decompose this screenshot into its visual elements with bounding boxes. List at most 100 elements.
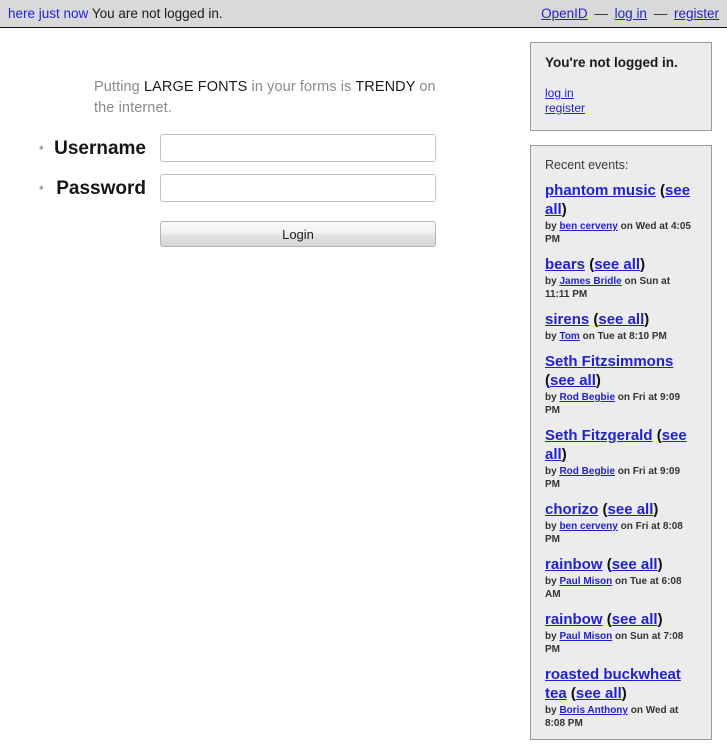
nav-separator-1: — — [594, 6, 608, 21]
event-author-link[interactable]: Paul Mison — [559, 576, 612, 587]
close-paren: ) — [653, 501, 659, 518]
event-title-line: rainbow (see all) — [545, 555, 697, 574]
recent-events-list: phantom music (see all) by ben cerveny on… — [545, 181, 697, 730]
event-title-link[interactable]: rainbow — [545, 611, 603, 628]
see-all-link[interactable]: see all — [598, 311, 644, 328]
close-paren: ) — [561, 201, 567, 218]
log-in-link[interactable]: log in — [615, 6, 647, 21]
password-input[interactable] — [160, 174, 436, 202]
password-field-row: * Password — [0, 174, 520, 214]
event-meta: by Paul Mison on Tue at 6:08 AM — [545, 575, 697, 601]
event-by-word: by — [545, 331, 560, 342]
close-paren: ) — [644, 311, 650, 328]
event-by-word: by — [545, 521, 560, 532]
event-item: rainbow (see all) by Paul Mison on Sun at… — [545, 610, 697, 656]
event-title-line: roasted buckwheat tea (see all) — [545, 665, 697, 703]
event-author-link[interactable]: Boris Anthony — [559, 705, 628, 716]
intro-emphasis-large-fonts: LARGE FONTS — [143, 78, 248, 95]
event-author-link[interactable]: ben cerveny — [559, 521, 617, 532]
event-title-link[interactable]: Seth Fitzgerald — [545, 427, 653, 444]
event-author-link[interactable]: Paul Mison — [559, 631, 612, 642]
submit-row: Login — [0, 221, 520, 255]
event-author-link[interactable]: Rod Begbie — [559, 466, 615, 477]
event-timestamp: on Tue at 8:10 PM — [579, 331, 667, 342]
event-meta: by Boris Anthony on Wed at 8:08 PM — [545, 704, 697, 730]
login-button[interactable]: Login — [160, 221, 436, 247]
see-all-link[interactable]: see all — [594, 256, 640, 273]
event-title-line: sirens (see all) — [545, 310, 697, 329]
username-field-row: * Username — [0, 134, 520, 174]
event-meta: by James Bridle on Sun at 11:11 PM — [545, 275, 697, 301]
event-title-line: Seth Fitzsimmons (see all) — [545, 352, 697, 390]
event-title-line: bears (see all) — [545, 255, 697, 274]
event-by-word: by — [545, 466, 560, 477]
event-title-link[interactable]: chorizo — [545, 501, 598, 518]
openid-link[interactable]: OpenID — [541, 6, 588, 21]
sidebar: You're not logged in. log in register Re… — [530, 42, 712, 754]
intro-text-part2: in your forms is — [247, 78, 356, 95]
register-link[interactable]: register — [674, 6, 719, 21]
see-all-link[interactable]: see all — [576, 685, 622, 702]
event-item: phantom music (see all) by ben cerveny on… — [545, 181, 697, 246]
close-paren: ) — [595, 372, 601, 389]
event-by-word: by — [545, 631, 560, 642]
login-form: * Username * Password Login — [0, 134, 520, 255]
event-meta: by Rod Begbie on Fri at 9:09 PM — [545, 465, 697, 491]
intro-paragraph: Putting LARGE FONTS in your forms is TRE… — [94, 77, 439, 119]
see-all-link[interactable]: see all — [608, 501, 654, 518]
event-meta: by Rod Begbie on Fri at 9:09 PM — [545, 391, 697, 417]
event-item: chorizo (see all) by ben cerveny on Fri a… — [545, 500, 697, 546]
login-status-text: You are not logged in. — [91, 6, 223, 21]
close-paren: ) — [640, 256, 646, 273]
event-meta: by ben cerveny on Wed at 4:05 PM — [545, 220, 697, 246]
account-panel-title: You're not logged in. — [545, 55, 678, 70]
close-paren: ) — [561, 446, 567, 463]
event-item: sirens (see all) by Tom on Tue at 8:10 PM — [545, 310, 697, 343]
close-paren: ) — [657, 611, 663, 628]
sidebar-log-in-link[interactable]: log in — [545, 86, 697, 101]
event-title-link[interactable]: Seth Fitzsimmons — [545, 353, 673, 370]
event-title-link[interactable]: phantom music — [545, 182, 656, 199]
event-author-link[interactable]: James Bridle — [559, 276, 621, 287]
event-by-word: by — [545, 221, 560, 232]
event-item: Seth Fitzsimmons (see all) by Rod Begbie … — [545, 352, 697, 417]
topbar-left-group: here just now You are not logged in. — [8, 6, 223, 21]
event-author-link[interactable]: ben cerveny — [559, 221, 617, 232]
nav-separator-2: — — [653, 6, 668, 21]
event-title-line: phantom music (see all) — [545, 181, 697, 219]
event-author-link[interactable]: Tom — [559, 331, 579, 342]
event-item: rainbow (see all) by Paul Mison on Tue at… — [545, 555, 697, 601]
event-item: Seth Fitzgerald (see all) by Rod Begbie o… — [545, 426, 697, 491]
password-label: Password — [56, 178, 146, 199]
event-meta: by Paul Mison on Sun at 7:08 PM — [545, 630, 697, 656]
event-by-word: by — [545, 705, 560, 716]
username-input[interactable] — [160, 134, 436, 162]
see-all-link[interactable]: see all — [612, 556, 658, 573]
topbar-nav-group: OpenID — log in — register — [541, 6, 719, 21]
event-item: bears (see all) by James Bridle on Sun at… — [545, 255, 697, 301]
username-label: Username — [54, 138, 146, 159]
event-item: roasted buckwheat tea (see all) by Boris … — [545, 665, 697, 730]
event-meta: by ben cerveny on Fri at 8:08 PM — [545, 520, 697, 546]
event-title-link[interactable]: rainbow — [545, 556, 603, 573]
event-by-word: by — [545, 276, 560, 287]
event-by-word: by — [545, 392, 560, 403]
close-paren: ) — [621, 685, 627, 702]
event-meta: by Tom on Tue at 8:10 PM — [545, 330, 697, 343]
see-all-link[interactable]: see all — [550, 372, 596, 389]
intro-emphasis-trendy: TRENDY — [355, 78, 416, 95]
event-title-link[interactable]: sirens — [545, 311, 589, 328]
sidebar-register-link[interactable]: register — [545, 101, 697, 116]
event-title-line: Seth Fitzgerald (see all) — [545, 426, 697, 464]
event-by-word: by — [545, 576, 560, 587]
recent-events-panel: Recent events: phantom music (see all) by… — [530, 145, 712, 740]
recent-activity-link[interactable]: here just now — [8, 6, 88, 21]
event-title-link[interactable]: bears — [545, 256, 585, 273]
event-title-line: chorizo (see all) — [545, 500, 697, 519]
close-paren: ) — [657, 556, 663, 573]
event-author-link[interactable]: Rod Begbie — [559, 392, 615, 403]
event-title-line: rainbow (see all) — [545, 610, 697, 629]
intro-text-part1: Putting — [94, 78, 144, 95]
account-status-panel: You're not logged in. log in register — [530, 42, 712, 131]
see-all-link[interactable]: see all — [612, 611, 658, 628]
